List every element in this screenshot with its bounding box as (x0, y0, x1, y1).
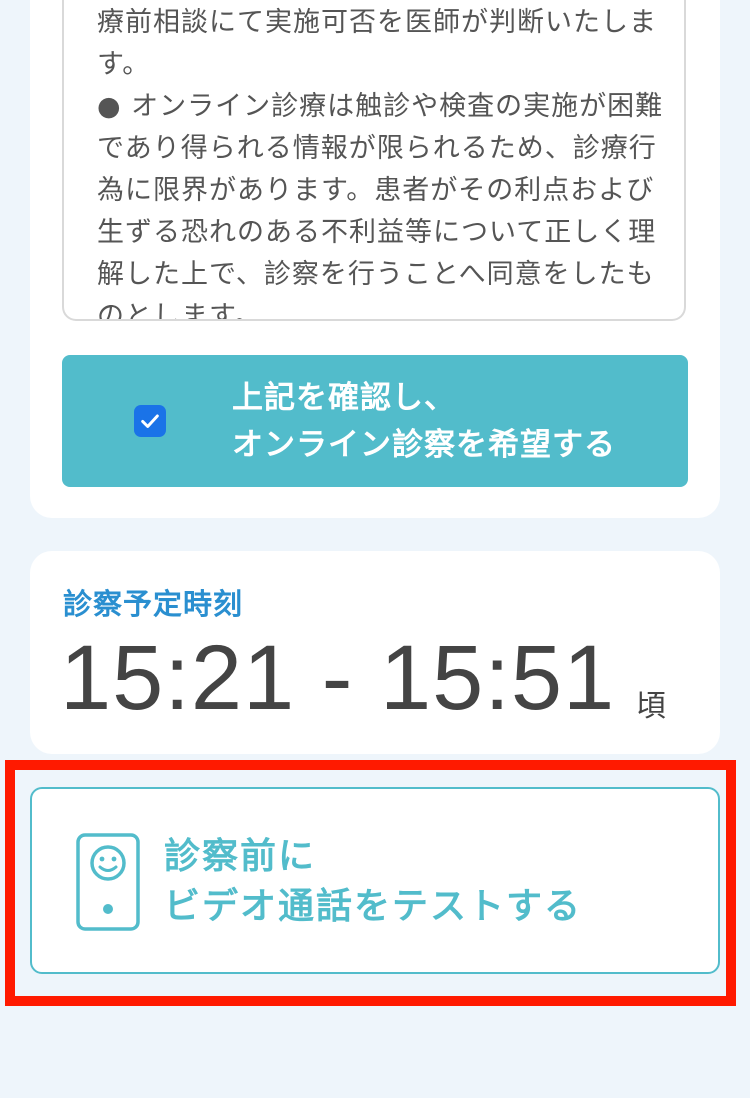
checkmark-icon (141, 414, 159, 428)
consent-checkbox[interactable] (134, 405, 166, 437)
video-test-label-line2: ビデオ通話をテストする (164, 886, 583, 927)
confirm-consent-label: 上記を確認し、 オンライン診察を希望する (232, 375, 616, 469)
notice-scroll-box[interactable]: 療前相談にて実施可否を医師が判断いたします。 ● オンライン診療は触診や検査の実… (62, 0, 686, 321)
page: 療前相談にて実施可否を医師が判断いたします。 ● オンライン診療は触診や検査の実… (0, 0, 750, 1098)
phone-smiley-icon (76, 833, 140, 931)
video-test-label-line1: 診察前に (164, 836, 317, 877)
confirm-consent-button[interactable]: 上記を確認し、 オンライン診察を希望する (62, 355, 688, 487)
confirm-label-line1: 上記を確認し、 (232, 380, 456, 416)
confirm-label-line2: オンライン診察を希望する (232, 427, 616, 463)
schedule-card: 診察予定時刻 15:21 - 15:51 頃 (30, 551, 720, 754)
schedule-time: 15:21 - 15:51 (60, 627, 616, 729)
video-call-test-button[interactable]: 診察前に ビデオ通話をテストする (30, 787, 720, 974)
schedule-title: 診察予定時刻 (63, 587, 244, 621)
notice-text: 療前相談にて実施可否を医師が判断いたします。 ● オンライン診療は触診や検査の実… (97, 7, 664, 321)
video-test-label: 診察前に ビデオ通話をテストする (164, 832, 582, 932)
schedule-time-suffix: 頃 (636, 689, 666, 724)
consent-card: 療前相談にて実施可否を医師が判断いたします。 ● オンライン診療は触診や検査の実… (30, 0, 720, 518)
